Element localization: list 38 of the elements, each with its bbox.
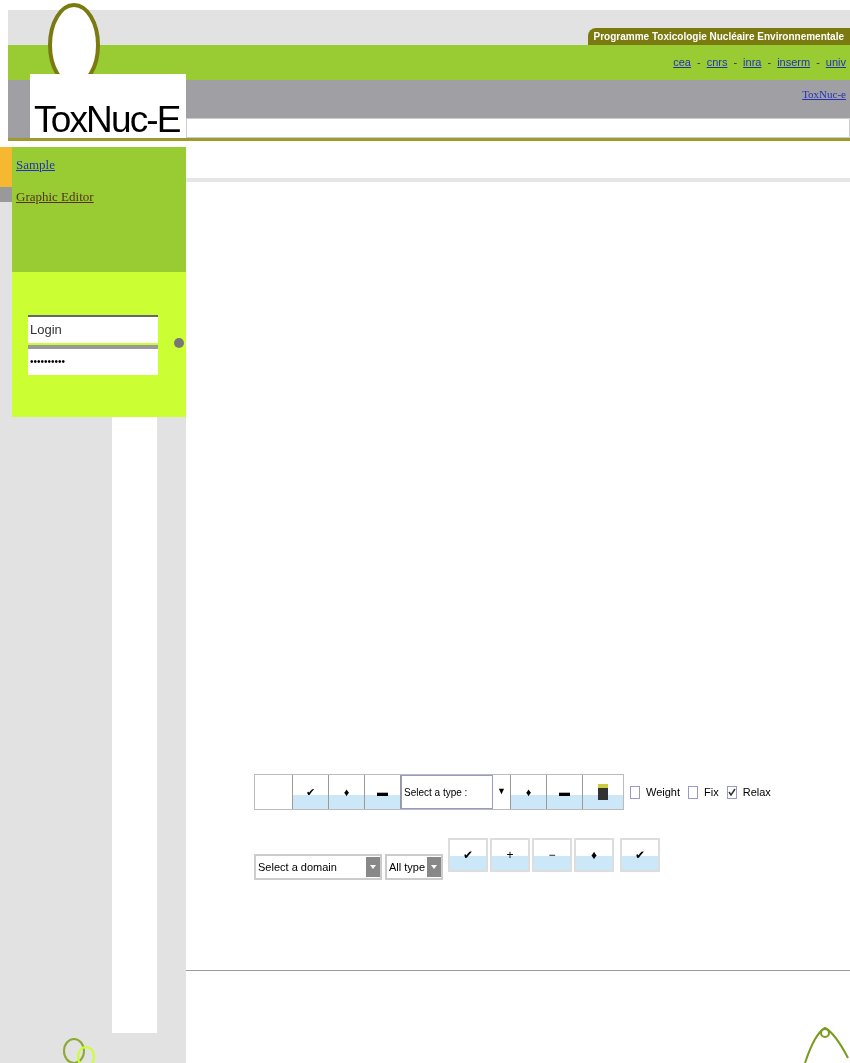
tool-button[interactable]: ▬ <box>547 775 583 809</box>
checkbox[interactable] <box>688 785 699 799</box>
action-button[interactable]: ♦ <box>574 838 614 872</box>
link-separator: - <box>767 55 772 71</box>
password-field[interactable]: •••••••••• <box>28 344 158 375</box>
active-marker <box>0 147 12 187</box>
login-field[interactable]: Login <box>28 314 158 343</box>
partner-link[interactable]: inserm <box>777 54 811 71</box>
site-link[interactable]: ToxNuc-e <box>802 86 846 103</box>
sidebar-link[interactable]: Graphic Editor <box>16 186 182 206</box>
action-button[interactable]: + <box>490 838 530 872</box>
checkbox-label: Relax <box>742 784 771 800</box>
checkbox[interactable] <box>726 785 737 799</box>
checkbox-label: Weight <box>646 784 681 800</box>
domain-select[interactable]: Select a domain <box>254 854 382 880</box>
type-filter-select[interactable]: All type <box>385 854 443 880</box>
type-select[interactable]: Select a type : <box>401 775 493 809</box>
action-button[interactable]: ✔ <box>448 838 488 872</box>
sidebar-link[interactable]: Sample <box>16 155 182 175</box>
link-separator: - <box>816 55 820 71</box>
inactive-marker <box>0 187 12 202</box>
partner-link[interactable]: inra <box>743 54 762 71</box>
key-icon[interactable] <box>174 338 184 348</box>
tool-button[interactable]: ✔ <box>293 775 329 809</box>
partner-link[interactable]: cnrs <box>706 54 728 71</box>
partner-link[interactable]: cea <box>673 54 691 71</box>
tool-button[interactable]: ♦ <box>329 775 365 809</box>
partner-link[interactable]: univ <box>825 54 846 71</box>
checkbox[interactable] <box>630 785 640 799</box>
action-button[interactable]: − <box>532 838 572 872</box>
document-icon[interactable] <box>598 784 608 800</box>
link-separator: - <box>733 55 738 71</box>
link-separator: - <box>697 55 701 71</box>
tool-button[interactable]: ♦ <box>511 775 547 809</box>
checkbox-label: Fix <box>704 784 719 800</box>
action-button[interactable]: ✔ <box>620 838 660 872</box>
tool-button[interactable]: ▬ <box>365 775 401 809</box>
program-banner: Programme Toxicologie Nucléaire Environnementale <box>587 28 850 45</box>
